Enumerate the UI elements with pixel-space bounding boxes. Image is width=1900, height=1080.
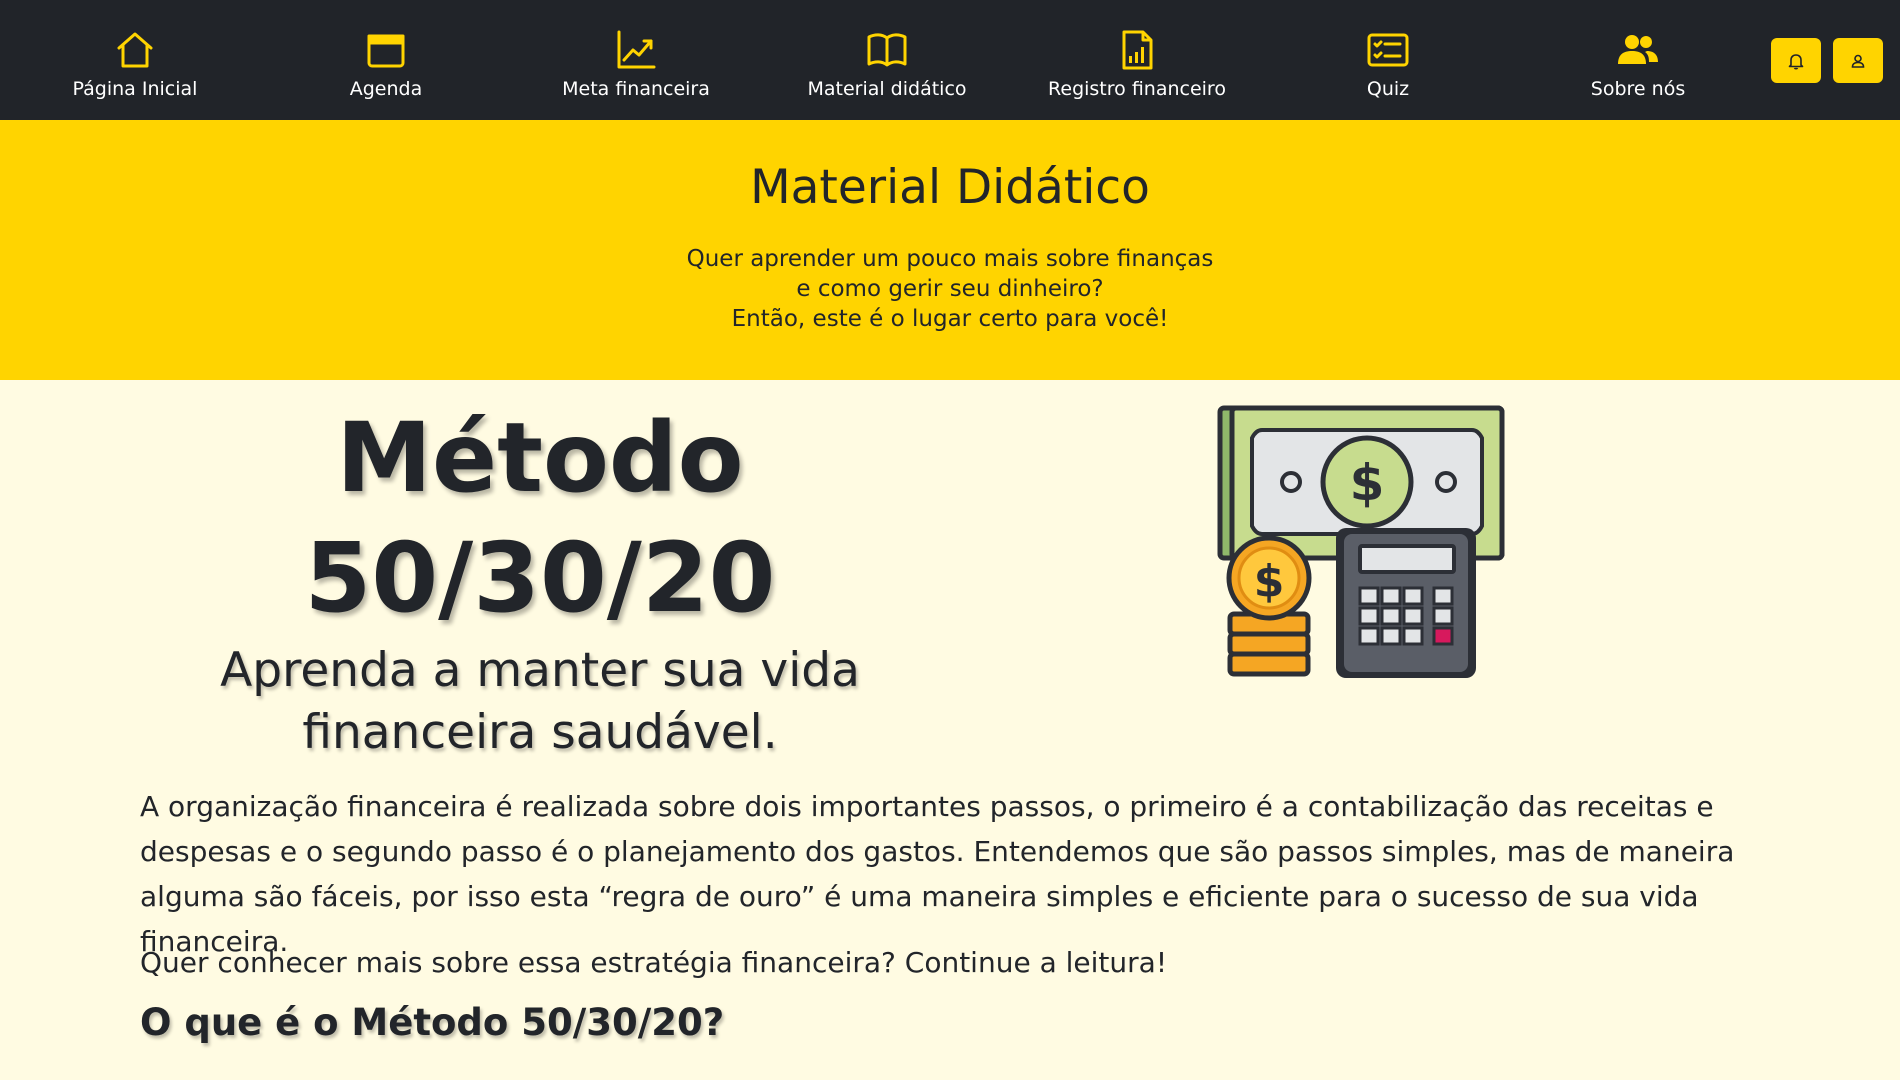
article-title-line: 50/30/20 bbox=[304, 522, 776, 634]
page-title: Material Didático bbox=[750, 160, 1150, 215]
nav-item-home[interactable]: Página Inicial bbox=[10, 0, 260, 120]
book-icon bbox=[867, 33, 907, 67]
hero-subtitle-line: Quer aprender um pouco mais sobre finanç… bbox=[686, 246, 1214, 272]
nav-label-agenda: Agenda bbox=[349, 78, 423, 100]
section-heading: O que é o Método 50/30/20? bbox=[140, 1001, 725, 1044]
money-calculator-illustration: $ $ bbox=[1217, 405, 1505, 678]
notifications-button[interactable] bbox=[1771, 38, 1821, 83]
nav-label-sobre-nos: Sobre nós bbox=[1590, 78, 1686, 100]
top-navbar: Página Inicial Agenda Meta financeira Ma… bbox=[0, 0, 1900, 120]
nav-label-quiz: Quiz bbox=[1366, 78, 1410, 100]
nav-item-sobre-nos[interactable]: Sobre nós bbox=[1513, 0, 1763, 120]
article-title: Método 50/30/20 bbox=[210, 398, 870, 638]
bar-report-icon bbox=[1122, 30, 1153, 70]
nav-label-material-didatico: Material didático bbox=[807, 78, 967, 100]
nav-label-meta-financeira: Meta financeira bbox=[562, 78, 710, 100]
profile-button[interactable] bbox=[1833, 38, 1883, 83]
hero-subtitle: Quer aprender um pouco mais sobre finanç… bbox=[0, 244, 1900, 334]
bell-icon bbox=[1788, 53, 1804, 70]
svg-text:$: $ bbox=[1254, 556, 1285, 607]
nav-item-agenda[interactable]: Agenda bbox=[261, 0, 511, 120]
article-subtitle-line: financeira saudável. bbox=[302, 705, 778, 760]
article-subtitle-line: Aprenda a manter sua vida bbox=[220, 643, 860, 698]
users-icon bbox=[1618, 35, 1658, 64]
article-subtitle: Aprenda a manter sua vida financeira sau… bbox=[130, 640, 950, 764]
nav-label-home: Página Inicial bbox=[72, 78, 198, 100]
home-icon bbox=[117, 32, 153, 68]
user-icon bbox=[1851, 54, 1865, 68]
nav-item-quiz[interactable]: Quiz bbox=[1263, 0, 1513, 120]
nav-item-material-didatico[interactable]: Material didático bbox=[762, 0, 1012, 120]
checklist-icon bbox=[1367, 33, 1409, 67]
article-title-line: Método bbox=[336, 402, 744, 514]
hero-subtitle-line: Então, este é o lugar certo para você! bbox=[731, 306, 1169, 332]
trend-chart-icon bbox=[617, 30, 656, 69]
nav-label-registro-financeiro: Registro financeiro bbox=[1048, 78, 1226, 100]
nav-item-meta-financeira[interactable]: Meta financeira bbox=[511, 0, 761, 120]
article-paragraph: A organização financeira é realizada sob… bbox=[140, 790, 1735, 958]
article-paragraph: Quer conhecer mais sobre essa estratégia… bbox=[140, 946, 1168, 979]
hero-banner: Material Didático Quer aprender um pouco… bbox=[0, 120, 1900, 380]
nav-item-registro-financeiro[interactable]: Registro financeiro bbox=[1012, 0, 1262, 120]
hero-subtitle-line: e como gerir seu dinheiro? bbox=[796, 276, 1104, 302]
calendar-icon bbox=[367, 34, 405, 68]
svg-text:$: $ bbox=[1350, 454, 1385, 512]
